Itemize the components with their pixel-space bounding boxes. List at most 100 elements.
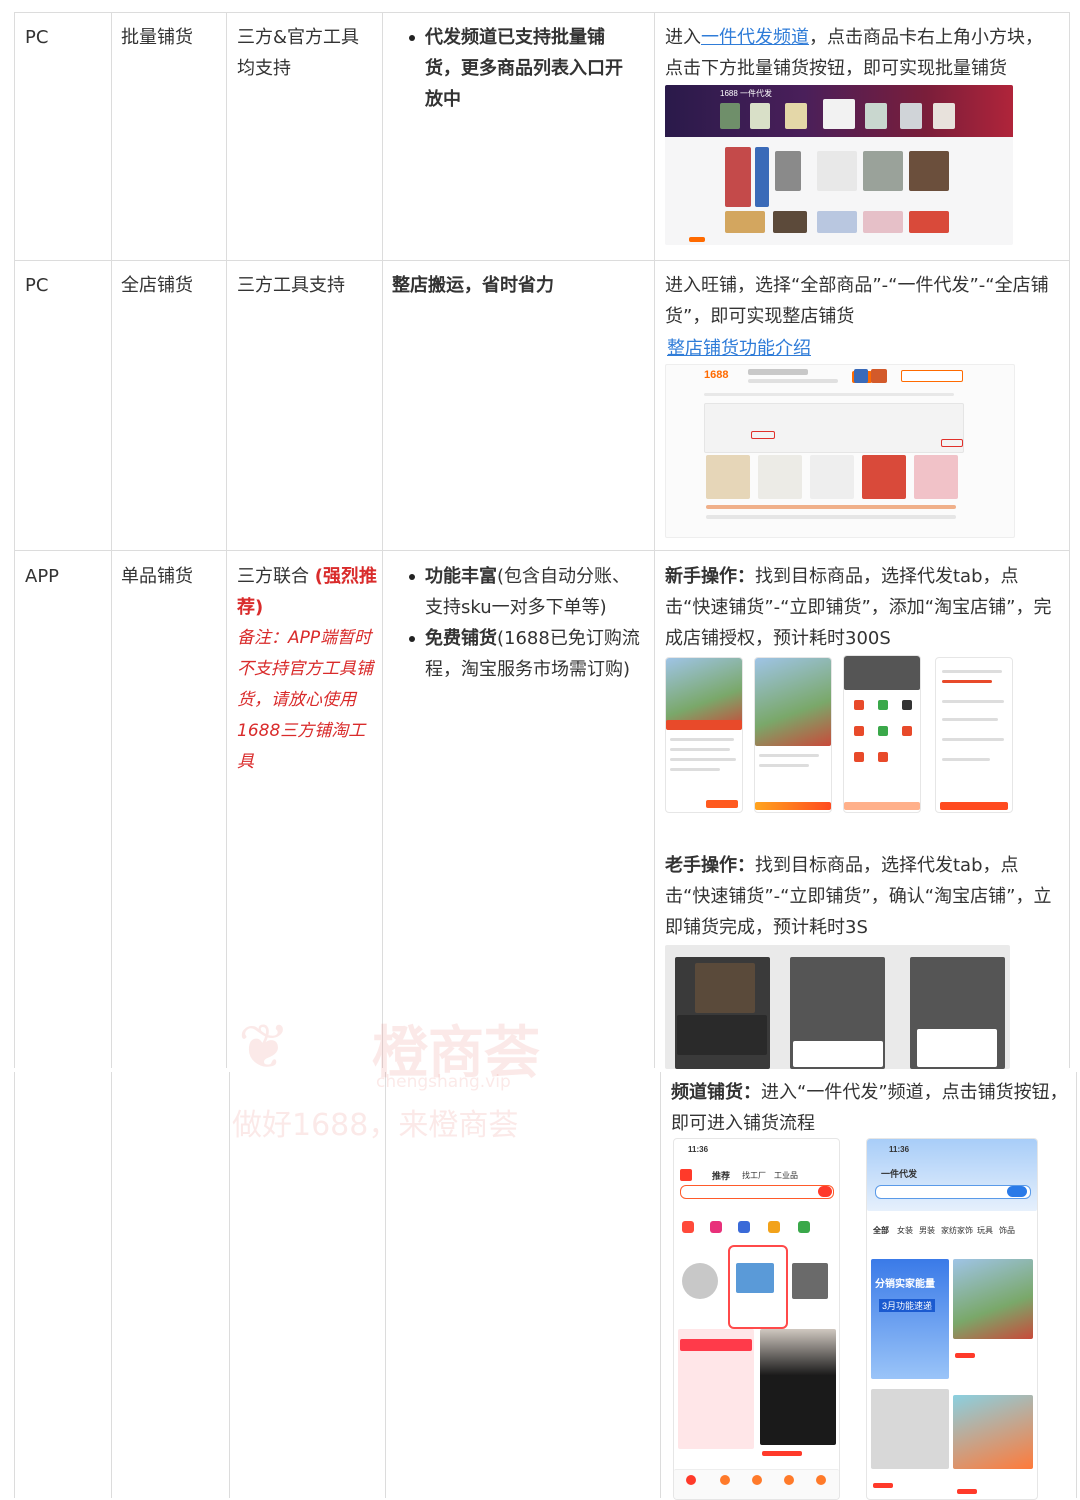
product-tile (817, 211, 857, 233)
banner-tile (750, 103, 770, 129)
product-tile (775, 151, 801, 191)
watermark-url: chengshang.vip (376, 1072, 511, 1092)
store-name-bar (748, 369, 808, 375)
channel-link[interactable]: 一件代发频道 (701, 27, 809, 48)
banner-tile (823, 99, 855, 129)
cat-tab[interactable]: 饰品 (999, 1225, 1015, 1236)
cat-tab[interactable]: 家纺家饰 (941, 1225, 973, 1236)
status-time: 11:36 (889, 1145, 910, 1154)
col-border-left (14, 12, 15, 1068)
promo-banner (680, 1339, 752, 1351)
cat-tab[interactable]: 全部 (873, 1225, 889, 1236)
store-listing-screenshot: 1688 (665, 364, 1015, 538)
row3-tool-note: 备注：APP端暂时不支持官方工具铺货，请放心使用1688三方铺淘工具 (237, 628, 373, 772)
row3-type: 单品铺货 (121, 566, 193, 587)
product-tile (863, 211, 903, 233)
watermark-slogan: 做好1688，来橙商荟 (232, 1108, 519, 1143)
tab-factory[interactable]: 找工厂 (742, 1170, 766, 1181)
search-box (901, 370, 963, 382)
price-line (955, 1353, 975, 1358)
product-photo (953, 1395, 1033, 1469)
novice-step2-screenshot (754, 657, 832, 813)
filter-panel (704, 403, 964, 453)
tab-recommend[interactable]: 推荐 (712, 1169, 730, 1182)
product-thumb (736, 1263, 774, 1293)
expert-operation: 老手操作：找到目标商品，选择代发tab，点击“快速铺货”-“立即铺货”，确认“淘… (665, 850, 1060, 943)
product-tile (914, 455, 958, 499)
product-tile (706, 455, 750, 499)
search-bar (680, 1185, 834, 1199)
buy-bar (755, 802, 831, 810)
novice-step3-screenshot (843, 655, 921, 813)
product-thumb (682, 1263, 718, 1299)
filter-highlight (941, 439, 963, 447)
form-lines (942, 680, 992, 683)
info-lines (670, 738, 734, 741)
info-lines (670, 768, 720, 771)
product-tile (909, 211, 949, 233)
row1-tool: 三方&官方工具均支持 (237, 27, 360, 79)
col-divider-1-lower (111, 1072, 112, 1498)
expert-label: 老手操作： (665, 855, 755, 876)
cat-tab[interactable]: 女装 (897, 1225, 913, 1236)
col-border-left-lower (14, 1072, 15, 1498)
nav-bar (704, 393, 954, 396)
banner-subtitle: 3月功能速递 (879, 1299, 936, 1312)
app-logo (680, 1169, 692, 1181)
row3-tool-main: 三方联合 (237, 566, 309, 587)
category-icon (738, 1221, 750, 1233)
product-photo (871, 1389, 949, 1469)
screenshot-header-text: 1688 一件代发 (720, 89, 773, 98)
icon-grid (878, 700, 888, 710)
nav-icon (784, 1475, 794, 1485)
submit-bar (940, 802, 1008, 810)
cat-tab[interactable]: 玩具 (977, 1225, 993, 1236)
table-top-border (14, 12, 1070, 13)
info-lines (759, 754, 819, 757)
col-divider-1 (111, 12, 112, 1068)
row2-platform: PC (25, 275, 49, 296)
store-listing-intro-link[interactable]: 整店铺货功能介绍 (667, 333, 811, 364)
batch-listing-screenshot: 1688 一件代发 (665, 85, 1013, 245)
page-title: 一件代发 (881, 1169, 918, 1179)
banner-tile (933, 103, 955, 129)
banner-tile (865, 103, 887, 129)
logo-1688: 1688 (704, 369, 729, 381)
product-tile (909, 151, 949, 191)
row-divider-2 (14, 550, 1070, 551)
nav-icon (752, 1475, 762, 1485)
expert-screenshot (665, 945, 1010, 1069)
form-lines (942, 670, 1002, 673)
feature-rich-item: 功能丰富(包含自动分账、支持sku一对多下单等) (409, 561, 640, 623)
price-line (957, 1489, 977, 1494)
nav-icon (686, 1475, 696, 1485)
icon-grid (902, 700, 912, 710)
category-icon (798, 1221, 810, 1233)
tab-industrial[interactable]: 工业品 (774, 1170, 798, 1181)
row-divider-1 (14, 260, 1070, 261)
search-button (1007, 1186, 1027, 1197)
row3-tool: 三方联合 (强烈推荐) 备注：APP端暂时不支持官方工具铺货，请放心使用1688… (237, 561, 377, 778)
icon-grid (878, 752, 888, 762)
popup-panel (793, 1041, 883, 1067)
col-divider-4 (654, 12, 655, 1068)
form-lines (942, 738, 1004, 741)
row1-operation: 进入一件代发频道，点击商品卡右上角小方块，点击下方批量铺货按钮，即可实现批量铺货 (665, 22, 1060, 84)
icon-grid (854, 700, 864, 710)
icon-grid (854, 726, 864, 736)
row3-feature: 功能丰富(包含自动分账、支持sku一对多下单等) 免费铺货(1688已免订购流程… (405, 561, 640, 685)
cat-tab[interactable]: 男装 (919, 1225, 935, 1236)
store-info-bar (748, 379, 838, 383)
row1-type: 批量铺货 (121, 27, 193, 48)
icon-grid (902, 726, 912, 736)
promo-strip (666, 720, 742, 730)
icon-grid (854, 752, 864, 762)
product-tile (755, 147, 769, 207)
info-lines (759, 764, 809, 767)
row1-platform: PC (25, 27, 49, 48)
product-tile (773, 211, 807, 233)
product-image (666, 658, 742, 728)
free-listing-label: 免费铺货 (425, 628, 497, 649)
product-tile (862, 455, 906, 499)
form-lines (942, 758, 990, 761)
